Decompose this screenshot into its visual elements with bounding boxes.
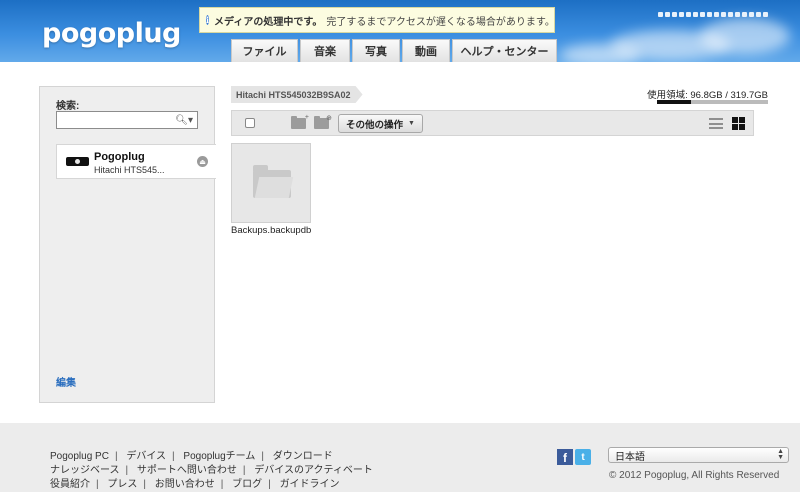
language-select-value: 日本語 bbox=[615, 451, 645, 463]
cloud-decoration bbox=[560, 44, 640, 62]
folder-icon bbox=[253, 165, 291, 198]
footer-links-row-1: Pogoplug PC | デバイス | Pogoplugチーム | ダウンロード bbox=[50, 451, 333, 462]
sidebar: 検索: 🔍︎▾ Pogoplug Hitachi HTS545... ⏏ 編集 bbox=[39, 86, 216, 403]
tab-music[interactable]: 音楽 bbox=[300, 39, 350, 62]
search-label: 検索: bbox=[56, 101, 80, 112]
facebook-icon[interactable]: f bbox=[557, 449, 573, 465]
tab-photos[interactable]: 写真 bbox=[352, 39, 400, 62]
list-view-icon[interactable] bbox=[709, 118, 723, 129]
new-folder-icon[interactable]: + bbox=[291, 114, 309, 129]
social-links: f t bbox=[557, 449, 591, 465]
storage-usage-text: 使用領域: 96.8GB / 319.7GB bbox=[647, 90, 768, 101]
select-all-checkbox[interactable] bbox=[245, 118, 255, 128]
notice-title: メディアの処理中です。 bbox=[214, 16, 323, 28]
storage-usage-fill bbox=[657, 100, 691, 104]
grid-view-icon[interactable] bbox=[732, 117, 745, 130]
footer-link-contact[interactable]: お問い合わせ bbox=[155, 479, 215, 490]
search-icon[interactable]: 🔍︎▾ bbox=[175, 115, 193, 126]
language-select[interactable]: 日本語 ▲ ▼ bbox=[608, 447, 789, 463]
processing-notice: i メディアの処理中です。 完了するまでアクセスが遅くなる場合があります。 bbox=[199, 7, 555, 33]
user-account-menu[interactable] bbox=[658, 10, 770, 18]
chevron-down-icon: ▼ bbox=[408, 120, 415, 127]
notice-message: 完了するまでアクセスが遅くなる場合があります。 bbox=[326, 16, 555, 28]
tab-videos[interactable]: 動画 bbox=[402, 39, 450, 62]
pogoplug-logo[interactable]: pogoplug bbox=[42, 18, 181, 49]
twitter-icon[interactable]: t bbox=[575, 449, 591, 465]
device-name: Pogoplug bbox=[94, 151, 145, 163]
footer-link-blog[interactable]: ブログ bbox=[232, 479, 262, 490]
tab-files[interactable]: ファイル bbox=[231, 39, 298, 62]
search-input[interactable]: 🔍︎▾ bbox=[56, 111, 198, 129]
header: pogoplug i メディアの処理中です。 完了するまでアクセスが遅くなる場合… bbox=[0, 0, 800, 62]
copyright: © 2012 Pogoplug, All Rights Reserved bbox=[609, 470, 780, 481]
breadcrumb[interactable]: Hitachi HTS545032B9SA02 bbox=[231, 86, 363, 103]
footer-link-press[interactable]: プレス bbox=[107, 479, 137, 490]
info-icon: i bbox=[206, 15, 210, 25]
drive-icon bbox=[66, 157, 89, 166]
device-item-pogoplug[interactable]: Pogoplug Hitachi HTS545... ⏏ bbox=[56, 144, 216, 179]
device-drive-name: Hitachi HTS545... bbox=[94, 165, 165, 175]
tab-help-center[interactable]: ヘルプ・センター bbox=[452, 39, 557, 62]
footer-link-guidelines[interactable]: ガイドライン bbox=[280, 479, 340, 490]
cloud-decoration bbox=[700, 18, 790, 54]
more-actions-label: その他の操作 bbox=[346, 119, 404, 131]
storage-usage-bar bbox=[657, 100, 768, 104]
footer-link-executives[interactable]: 役員紹介 bbox=[50, 479, 90, 490]
footer-links-row-2: ナレッジベース | サポートへ問い合わせ | デバイスのアクティベート bbox=[50, 465, 373, 476]
file-name[interactable]: Backups.backupdb bbox=[231, 225, 311, 236]
main-nav: ファイル 音楽 写真 動画 ヘルプ・センター bbox=[231, 39, 557, 62]
file-tile[interactable] bbox=[231, 143, 311, 223]
updown-arrow-icon: ▲ ▼ bbox=[777, 448, 784, 461]
footer-links-row-3: 役員紹介 | プレス | お問い合わせ | ブログ | ガイドライン bbox=[50, 479, 340, 490]
eject-icon[interactable]: ⏏ bbox=[197, 156, 208, 167]
share-folder-icon[interactable]: ⊕ bbox=[314, 115, 332, 129]
file-toolbar: + ⊕ その他の操作 ▼ bbox=[231, 110, 754, 136]
more-actions-button[interactable]: その他の操作 ▼ bbox=[338, 114, 423, 133]
footer: Pogoplug PC | デバイス | Pogoplugチーム | ダウンロード ナ… bbox=[0, 423, 800, 492]
edit-link[interactable]: 編集 bbox=[56, 374, 76, 389]
